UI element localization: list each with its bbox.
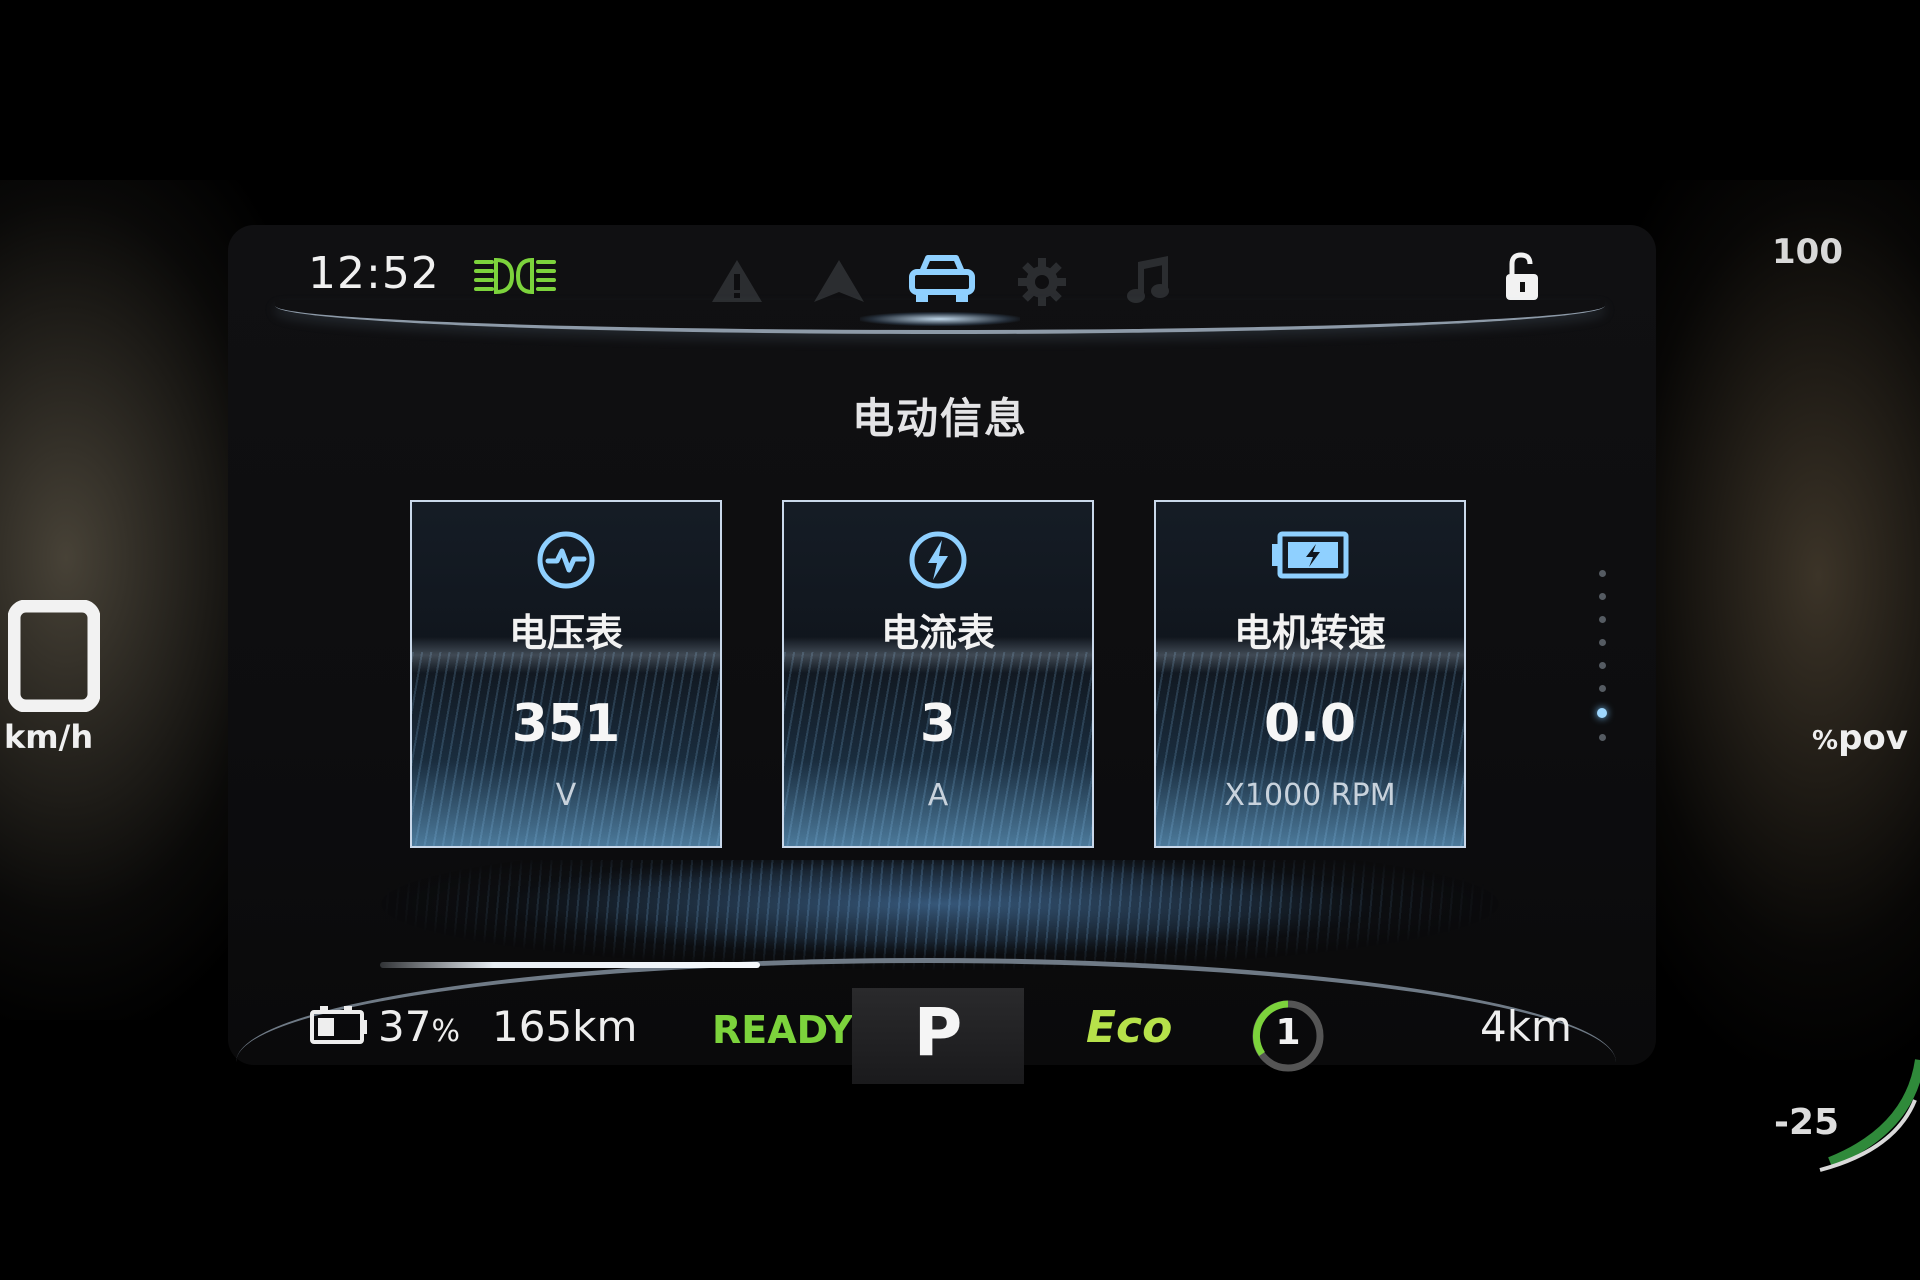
motor-speed-value: 0.0 (1263, 694, 1357, 754)
regen-level-value: 1 (1275, 1012, 1301, 1053)
motor-speed-label: 电机转速 (1233, 611, 1386, 655)
power-scale-max: 100 (1772, 232, 1843, 272)
clock: 12:52 (308, 248, 440, 299)
speed-unit: km/h (4, 718, 94, 756)
motor-speed-unit: X1000 RPM (1224, 778, 1396, 813)
gear-value: P (913, 994, 963, 1071)
battery-icon (310, 1006, 367, 1044)
page-dot[interactable] (1598, 685, 1606, 692)
car-icon[interactable] (908, 252, 976, 306)
motor-speed-card: 电机转速 0.0 X1000 RPM (1154, 500, 1466, 848)
ready-indicator: READY (712, 1008, 853, 1052)
voltage-value: 351 (511, 694, 621, 754)
navigation-icon[interactable] (812, 258, 866, 304)
speed-digit (8, 600, 100, 712)
battery-percent: 37% (378, 1002, 460, 1051)
voltage-label: 电压表 (508, 611, 623, 655)
page-dot[interactable] (1598, 593, 1606, 600)
power-percent-sign: % (1812, 726, 1839, 756)
page-dot[interactable] (1598, 616, 1606, 623)
warning-icon[interactable] (710, 258, 764, 304)
current-label: 电流表 (880, 611, 995, 655)
headlight-icon (474, 257, 556, 295)
current-value: 3 (919, 694, 957, 754)
power-gauge-arc (1819, 1059, 1920, 1172)
page-dot[interactable] (1598, 639, 1606, 646)
power-label-text: pov (1838, 718, 1908, 758)
voltage-card: 电压表 351 V (410, 500, 722, 848)
drive-mode: Eco (1086, 1002, 1173, 1053)
bolt-icon (909, 531, 967, 589)
current-card: 电流表 3 A (782, 500, 1094, 848)
motor-battery-icon (1272, 531, 1349, 579)
battery-level-bar (380, 962, 760, 968)
trip-distance: 4km (1480, 1002, 1572, 1051)
screen-title: 电动信息 (851, 394, 1028, 443)
voltage-unit: V (555, 778, 577, 813)
page-dot[interactable] (1598, 734, 1606, 741)
driving-range: 165km (492, 1002, 638, 1051)
page-dot-active[interactable] (1597, 708, 1607, 718)
active-tab-indicator (860, 312, 1020, 326)
battery-percent-value: 37 (378, 1002, 432, 1051)
pulse-icon (537, 531, 595, 589)
card-floor-reflection (380, 860, 1500, 970)
battery-percent-sign: % (431, 1014, 460, 1049)
current-unit: A (927, 778, 949, 813)
unlock-icon (1506, 252, 1538, 300)
power-gauge-label: %pov (1812, 718, 1908, 758)
page-dot[interactable] (1598, 662, 1606, 669)
page-dot[interactable] (1598, 570, 1606, 577)
page-indicator[interactable] (1596, 570, 1608, 757)
gear-indicator: P (852, 988, 1024, 1084)
